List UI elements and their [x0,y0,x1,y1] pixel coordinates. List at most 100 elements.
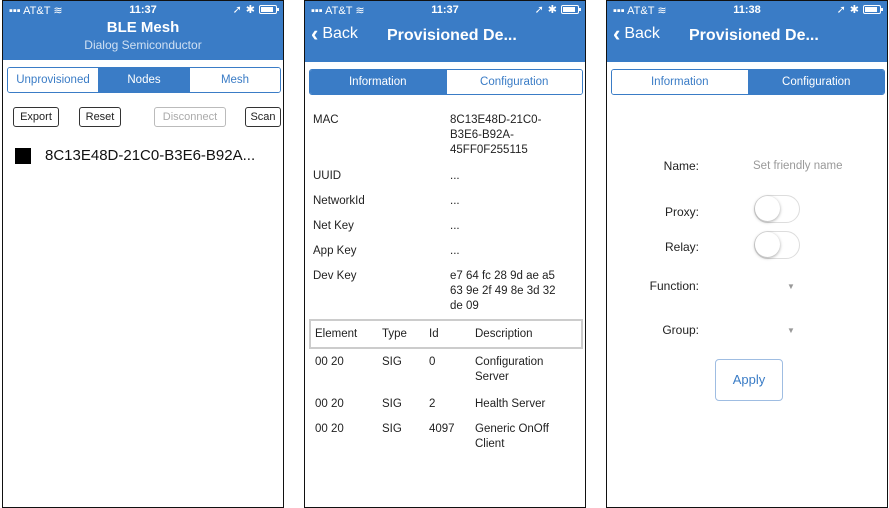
apply-button[interactable]: Apply [715,359,783,401]
tab-unprovisioned[interactable]: Unprovisioned [8,68,98,92]
mac-key: MAC [313,114,339,126]
action-buttons: Export Reset Disconnect Scan [9,107,281,127]
list-item[interactable]: 8C13E48D-21C0-B3E6-B92A... [15,147,255,164]
tab-nodes[interactable]: Nodes [98,68,189,92]
page-title: Provisioned De... [689,27,819,44]
cell-type: SIG [382,398,402,410]
toggle-knob [755,232,780,257]
description-line: Configuration [475,356,544,368]
column-header-id: Id [429,328,439,340]
cell-description: Configuration Server [475,355,543,385]
tab-configuration[interactable]: Configuration [747,70,884,94]
name-input[interactable]: Set friendly name [753,160,843,172]
mac-value-line: 45FF0F255115 [450,144,528,156]
status-bar: ▪▪▪ AT&T ≋ 11:37 ➚ ✱ [305,1,585,19]
proxy-toggle[interactable] [754,195,800,223]
devkey-value-line: de 09 [450,300,479,312]
cell-type: SIG [382,423,402,435]
scan-button[interactable]: Scan [245,107,281,127]
location-icon: ➚ [232,4,242,16]
status-right: ➚ ✱ [836,3,883,16]
toggle-knob [755,196,780,221]
cell-element: 00 20 [315,423,344,435]
tab-information[interactable]: Information [612,70,748,94]
app-title: BLE Mesh [106,19,180,36]
cell-element: 00 20 [315,398,344,410]
devkey-value-line: 63 9e 2f 49 8e 3d 32 [450,285,556,297]
battery-icon [561,5,581,14]
devkey-value: e7 64 fc 28 9d ae a5 63 9e 2f 49 8e 3d 3… [450,269,580,314]
chevron-left-icon: ‹ [311,21,319,46]
segmented-control: Unprovisioned Nodes Mesh [7,67,281,93]
navbar: ‹ Back Provisioned De... [305,19,585,55]
navbar: ‹ Back Provisioned De... [607,19,887,55]
header: ▪▪▪ AT&T ≋ 11:38 ➚ ✱ ‹ Back Provisioned De… [607,1,887,62]
networkid-value: ... [450,195,460,207]
screen-node-configuration: ▪▪▪ AT&T ≋ 11:38 ➚ ✱ ‹ Back Provisioned De… [606,0,888,508]
status-right: ➚ ✱ [534,3,581,16]
tab-configuration[interactable]: Configuration [445,70,582,94]
status-bar: ▪▪▪ AT&T ≋ 11:38 ➚ ✱ [607,1,887,19]
status-right: ➚ ✱ [232,3,279,16]
cell-description: Health Server [475,398,546,410]
name-label: Name: [663,159,699,173]
uuid-value: ... [450,170,460,182]
tab-information[interactable]: Information [310,70,446,94]
mac-value: 8C13E48D-21C0- B3E6-B92A- 45FF0F255115 [450,113,580,158]
export-button[interactable]: Export [13,107,59,127]
column-header-type: Type [382,328,407,340]
netkey-value: ... [450,220,460,232]
bluetooth-icon: ✱ [547,4,557,16]
group-label: Group: [662,323,699,337]
cell-element: 00 20 [315,356,344,368]
status-bar: ▪▪▪ AT&T ≋ 11:37 ➚ ✱ [3,1,283,19]
segmented-control: Information Configuration [309,69,583,95]
relay-toggle[interactable] [754,231,800,259]
devkey-key: Dev Key [313,270,357,282]
back-label: Back [624,25,660,42]
group-dropdown[interactable]: ▼ [787,326,795,335]
function-dropdown[interactable]: ▼ [787,282,795,291]
location-icon: ➚ [534,4,544,16]
header: ▪▪▪ AT&T ≋ 11:37 ➚ ✱ ‹ Back Provisioned De… [305,1,585,62]
devkey-value-line: e7 64 fc 28 9d ae a5 [450,270,555,282]
proxy-label: Proxy: [664,205,699,219]
battery-icon [863,5,883,14]
screen-nodes: ▪▪▪ AT&T ≋ 11:37 ➚ ✱ BLE Mesh Dialog Semi… [2,0,284,508]
netkey-key: Net Key [313,220,354,232]
app-subtitle: Dialog Semiconductor [84,38,202,52]
mac-value-line: 8C13E48D-21C0- [450,114,542,126]
reset-button[interactable]: Reset [79,107,121,127]
networkid-key: NetworkId [313,195,365,207]
disconnect-button[interactable]: Disconnect [154,107,226,127]
appkey-value: ... [450,245,460,257]
battery-icon [259,5,279,14]
description-line: Generic OnOff [475,423,549,435]
chevron-down-icon: ▼ [787,282,795,291]
back-button[interactable]: ‹ Back [613,21,660,46]
description-line: Client [475,438,505,450]
appkey-key: App Key [313,245,357,257]
node-status-icon [15,147,31,164]
uuid-key: UUID [313,170,342,182]
tab-mesh[interactable]: Mesh [189,68,280,92]
back-label: Back [322,25,358,42]
relay-label: Relay: [664,240,699,254]
description-line: Server [475,371,509,383]
cell-id: 4097 [429,423,455,435]
location-icon: ➚ [836,4,846,16]
cell-type: SIG [382,356,402,368]
cell-id: 2 [429,398,436,410]
chevron-left-icon: ‹ [613,21,621,46]
bluetooth-icon: ✱ [245,4,255,16]
chevron-down-icon: ▼ [787,326,795,335]
function-label: Function: [649,279,699,293]
cell-description: Generic OnOff Client [475,422,549,452]
page-title: Provisioned De... [387,27,517,44]
mac-value-line: B3E6-B92A- [450,129,514,141]
bluetooth-icon: ✱ [849,4,859,16]
back-button[interactable]: ‹ Back [311,21,358,46]
header: ▪▪▪ AT&T ≋ 11:37 ➚ ✱ BLE Mesh Dialog Semi… [3,1,283,60]
node-label: 8C13E48D-21C0-B3E6-B92A... [45,147,256,164]
column-header-element: Element [315,328,358,340]
